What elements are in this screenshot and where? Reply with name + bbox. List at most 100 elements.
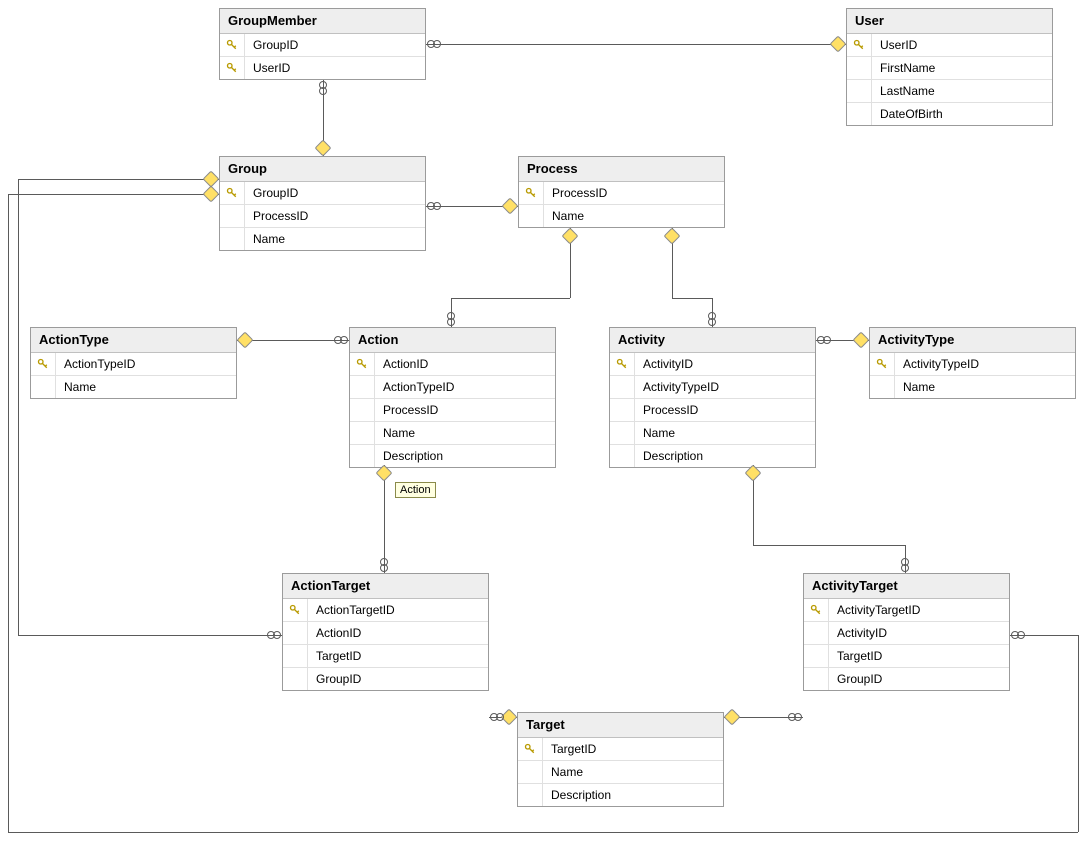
column-row[interactable]: UserID — [220, 57, 425, 79]
column-row[interactable]: Name — [870, 376, 1075, 398]
column-row[interactable]: Name — [518, 761, 723, 784]
entity-group[interactable]: Group GroupID ProcessIDName — [219, 156, 426, 251]
column-row[interactable]: FirstName — [847, 57, 1052, 80]
relationship-line[interactable] — [712, 298, 713, 327]
column-row[interactable]: TargetID — [283, 645, 488, 668]
column-name: Description — [375, 449, 443, 463]
column-name: ActivityTargetID — [829, 603, 920, 617]
column-row[interactable]: ActionID — [350, 353, 555, 376]
column-row[interactable]: Name — [350, 422, 555, 445]
column-name: Name — [543, 765, 583, 779]
key-cell-empty — [350, 422, 375, 444]
entity-actiontype[interactable]: ActionType ActionTypeID Name — [30, 327, 237, 399]
relationship-line[interactable] — [426, 206, 518, 207]
key-cell-empty — [610, 445, 635, 467]
entity-target[interactable]: TargetTargetID Name Description — [517, 712, 724, 807]
column-name: Name — [895, 380, 935, 394]
relationship-line[interactable] — [8, 832, 1078, 833]
relationship-line[interactable] — [489, 717, 517, 718]
relationship-line[interactable] — [8, 194, 219, 195]
relationship-line[interactable] — [18, 179, 19, 635]
column-row[interactable]: Description — [518, 784, 723, 806]
entity-title: User — [847, 9, 1052, 34]
key-cell-empty — [804, 668, 829, 690]
column-row[interactable]: ProcessID — [610, 399, 815, 422]
column-row[interactable]: ActivityTypeID — [610, 376, 815, 399]
primary-key-icon — [226, 62, 238, 74]
column-name: ActionTypeID — [375, 380, 454, 394]
column-name: DateOfBirth — [872, 107, 943, 121]
column-row[interactable]: ActivityTargetID — [804, 599, 1009, 622]
column-row[interactable]: ProcessID — [350, 399, 555, 422]
relationship-line[interactable] — [570, 228, 571, 298]
primary-key-icon — [525, 187, 537, 199]
column-name: Name — [635, 426, 675, 440]
entity-activitytype[interactable]: ActivityTypeActivityTypeIDName — [869, 327, 1076, 399]
column-row[interactable]: ProcessID — [519, 182, 724, 205]
relationship-line[interactable] — [905, 545, 906, 573]
entity-action[interactable]: ActionActionIDActionTypeIDProcessIDNameD… — [349, 327, 556, 468]
key-cell-empty — [847, 57, 872, 79]
column-row[interactable]: GroupID — [283, 668, 488, 690]
column-row[interactable]: Name — [31, 376, 236, 398]
relationship-line[interactable] — [724, 717, 803, 718]
primary-key-icon — [810, 604, 822, 616]
column-name: ActionTypeID — [56, 357, 135, 371]
entity-actiontarget[interactable]: ActionTargetActionTargetIDActionIDTarget… — [282, 573, 489, 691]
entity-title: Group — [220, 157, 425, 182]
relationship-line[interactable] — [384, 465, 385, 573]
relationship-line[interactable] — [1078, 635, 1079, 832]
column-row[interactable]: ProcessID — [220, 205, 425, 228]
relationship-line[interactable] — [18, 635, 282, 636]
primary-key-icon — [226, 187, 238, 199]
column-row[interactable]: ActionTypeID — [350, 376, 555, 399]
column-row[interactable]: Description — [350, 445, 555, 467]
relationship-line[interactable] — [753, 465, 754, 545]
column-row[interactable]: TargetID — [804, 645, 1009, 668]
column-row[interactable]: GroupID — [804, 668, 1009, 690]
column-row[interactable]: Name — [610, 422, 815, 445]
column-name: LastName — [872, 84, 935, 98]
entity-title: Target — [518, 713, 723, 738]
column-row[interactable]: GroupID — [220, 34, 425, 57]
column-name: UserID — [245, 61, 290, 75]
relationship-line[interactable] — [426, 44, 846, 45]
relationship-line[interactable] — [451, 298, 570, 299]
column-name: Name — [544, 209, 584, 223]
relationship-line[interactable] — [672, 298, 712, 299]
column-row[interactable]: ActionID — [283, 622, 488, 645]
column-row[interactable]: ActivityID — [804, 622, 1009, 645]
entity-user[interactable]: UserUserIDFirstName LastName DateOfBirth — [846, 8, 1053, 126]
primary-key-cell — [610, 353, 635, 375]
column-name: Description — [635, 449, 703, 463]
entity-process[interactable]: ProcessProcessIDName — [518, 156, 725, 228]
column-name: GroupID — [245, 186, 298, 200]
column-row[interactable]: DateOfBirth — [847, 103, 1052, 125]
relationship-line[interactable] — [8, 194, 9, 832]
column-row[interactable]: ActivityID — [610, 353, 815, 376]
column-row[interactable]: UserID — [847, 34, 1052, 57]
entity-activity[interactable]: ActivityActivityIDActivityTypeIDProcessI… — [609, 327, 816, 468]
relationship-line[interactable] — [451, 298, 452, 327]
column-row[interactable]: Name — [519, 205, 724, 227]
column-row[interactable]: GroupID — [220, 182, 425, 205]
relationship-line[interactable] — [18, 179, 219, 180]
column-row[interactable]: Name — [220, 228, 425, 250]
column-row[interactable]: TargetID — [518, 738, 723, 761]
relationship-line[interactable] — [1010, 635, 1078, 636]
entity-activitytarget[interactable]: ActivityTargetActivityTargetIDActivityID… — [803, 573, 1010, 691]
column-row[interactable]: LastName — [847, 80, 1052, 103]
relationship-line[interactable] — [672, 228, 673, 298]
relationship-line[interactable] — [753, 545, 905, 546]
column-row[interactable]: ActivityTypeID — [870, 353, 1075, 376]
column-name: ActionTargetID — [308, 603, 395, 617]
relationship-line[interactable] — [323, 80, 324, 156]
entity-groupmember[interactable]: GroupMemberGroupIDUserID — [219, 8, 426, 80]
column-name: GroupID — [308, 672, 361, 686]
column-row[interactable]: ActionTargetID — [283, 599, 488, 622]
relationship-line[interactable] — [816, 340, 869, 341]
relationship-line[interactable] — [237, 340, 349, 341]
entity-title: ActionType — [31, 328, 236, 353]
column-row[interactable]: Description — [610, 445, 815, 467]
column-row[interactable]: ActionTypeID — [31, 353, 236, 376]
